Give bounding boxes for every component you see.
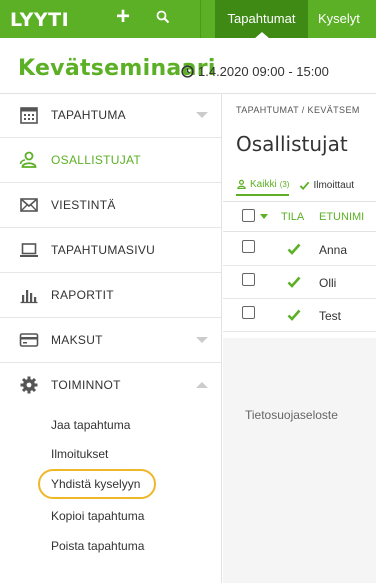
submenu-jaa-tapahtuma[interactable]: Jaa tapahtuma [51,418,130,432]
check-icon [287,243,301,255]
sidebar-item-label: TOIMINNOT [51,378,121,392]
table-row[interactable]: Anna [223,233,376,266]
users-icon [19,151,37,168]
page-title: Osallistujat [236,132,348,156]
sidebar-item-label: OSALLISTUJAT [51,153,142,167]
tab-kyselyt[interactable]: Kyselyt [318,0,360,38]
sidebar-item-viestinta[interactable]: VIESTINTÄ [0,183,221,228]
submenu-kopioi-tapahtuma[interactable]: Kopioi tapahtuma [51,509,144,523]
nav-divider [200,0,201,38]
gear-icon [20,376,38,394]
filter-ilmoittautuneet[interactable]: Ilmoittaut [299,179,354,196]
column-etunimi[interactable]: ETUNIMI [319,211,364,223]
sidebar-item-label: TAPAHTUMASIVU [51,243,156,257]
lyyti-logo[interactable]: LYYTI [10,9,69,31]
check-icon [287,309,301,321]
tab-tapahtumat-label: Tapahtumat [227,11,296,26]
column-tila[interactable]: TILA [281,211,304,223]
sidebar-item-label: TAPAHTUMA [51,108,126,122]
top-navigation-bar: LYYTI + Tapahtumat Kyselyt [0,0,376,39]
submenu-poista-tapahtuma[interactable]: Poista tapahtuma [51,539,144,553]
filter-count: (3) [279,180,290,189]
laptop-icon [20,243,38,257]
chevron-down-icon[interactable] [260,214,268,220]
event-date: 1.4.2020 09:00 - 15:00 [181,64,329,79]
check-icon [300,181,310,191]
calendar-icon [20,107,38,124]
search-icon[interactable] [156,10,170,29]
row-checkbox[interactable] [242,240,255,253]
chevron-up-icon [196,382,208,388]
sidebar-item-label: VIESTINTÄ [51,198,116,212]
bar-chart-icon [20,290,38,304]
row-checkbox[interactable] [242,273,255,286]
page-footer: Tietosuojaseloste [223,338,376,583]
filter-tabs: Kaikki (3) Ilmoittaut [236,179,354,196]
users-icon [237,179,246,189]
sidebar-item-tapahtumasivu[interactable]: TAPAHTUMASIVU [0,228,221,273]
sidebar-item-tapahtuma[interactable]: TAPAHTUMA [0,93,221,138]
sidebar-item-raportit[interactable]: RAPORTIT [0,273,221,318]
table-row[interactable]: Olli [223,266,376,299]
first-name: Test [319,309,342,323]
row-checkbox[interactable] [242,306,255,319]
first-name: Anna [319,243,348,257]
chevron-down-icon [196,337,208,343]
sidebar-item-label: RAPORTIT [51,288,114,302]
sidebar-item-maksut[interactable]: MAKSUT [0,318,221,363]
clock-icon [181,65,194,78]
check-icon [287,276,301,288]
privacy-policy-link[interactable]: Tietosuojaseloste [245,408,338,422]
filter-kaikki[interactable]: Kaikki (3) [236,179,290,196]
sidebar-item-label: MAKSUT [51,333,103,347]
event-date-text: 1.4.2020 09:00 - 15:00 [198,64,329,79]
table-header: TILA ETUNIMI [223,202,376,232]
active-tab-indicator [254,32,270,39]
breadcrumb[interactable]: TAPAHTUMAT / KEVÄTSEM [236,105,360,115]
submenu-ilmoitukset[interactable]: Ilmoitukset [51,447,108,461]
add-button[interactable]: + [116,4,130,30]
chevron-down-icon [196,112,208,118]
sidebar: TAPAHTUMA OSALLISTUJAT VIESTINTÄ TAPAHTU… [0,93,222,583]
filter-label: Kaikki [250,179,277,190]
tab-tapahtumat[interactable]: Tapahtumat [215,0,308,39]
filter-label: Ilmoittaut [313,180,355,191]
table-row[interactable]: Test [223,299,376,332]
sidebar-item-toiminnot[interactable]: TOIMINNOT [0,363,221,408]
first-name: Olli [319,276,337,290]
select-all-checkbox[interactable] [242,209,255,222]
envelope-icon [20,198,38,212]
sidebar-item-osallistujat[interactable]: OSALLISTUJAT [0,138,221,183]
credit-card-icon [19,333,39,347]
highlight-circle [38,469,156,499]
main-content: TAPAHTUMAT / KEVÄTSEM Osallistujat Kaikk… [223,94,376,583]
